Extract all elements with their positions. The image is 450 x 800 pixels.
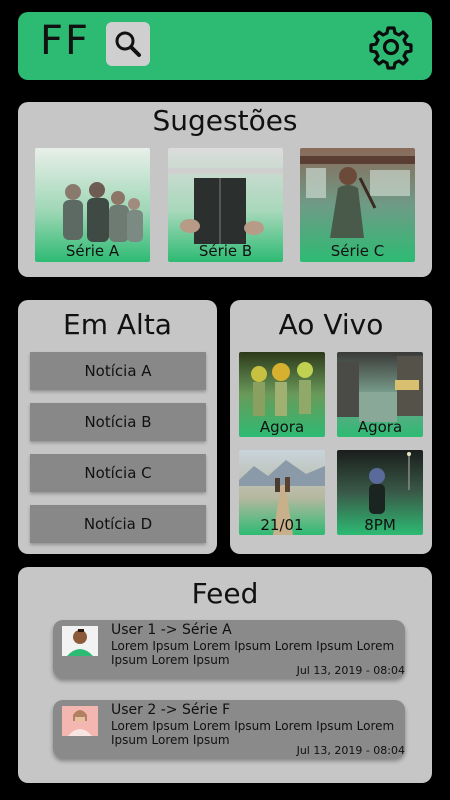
suggestion-label: Série C <box>330 242 385 260</box>
search-button[interactable] <box>106 22 150 66</box>
suggestion-card-c[interactable]: Série C <box>300 148 415 262</box>
news-label: Notícia D <box>83 515 153 533</box>
post-text: Lorem Ipsum Lorem Ipsum Lorem Ipsum Lore… <box>111 719 395 747</box>
live-label: 21/01 <box>260 516 304 534</box>
feed-title: Feed <box>191 577 259 610</box>
live-panel: Ao Vivo Agora Agora 21/01 8PM <box>230 300 432 554</box>
gear-icon <box>369 26 413 70</box>
post-timestamp: Jul 13, 2019 - 08:04 <box>296 664 405 677</box>
search-icon <box>115 31 141 57</box>
suggestions-title: Sugestões <box>152 104 298 137</box>
news-label: Notícia B <box>84 413 152 431</box>
trending-title: Em Alta <box>63 308 172 341</box>
feed-panel: Feed User 1 -> Série A Lorem Ipsum Lorem… <box>18 567 432 783</box>
feed-post-2[interactable]: User 2 -> Série F Lorem Ipsum Lorem Ipsu… <box>53 700 405 758</box>
live-card-3[interactable]: 21/01 <box>239 450 325 535</box>
suggestion-card-a[interactable]: Série A <box>35 148 150 262</box>
top-app-bar: FF <box>18 12 432 80</box>
post-text: Lorem Ipsum Lorem Ipsum Lorem Ipsum Lore… <box>111 639 395 667</box>
news-item-a[interactable]: Notícia A <box>30 352 206 390</box>
live-card-1[interactable]: Agora <box>239 352 325 437</box>
settings-button[interactable] <box>368 24 414 70</box>
suggestions-panel: Sugestões Série A Série B Série C <box>18 102 432 277</box>
news-label: Notícia A <box>84 362 152 380</box>
post-title: User 2 -> Série F <box>111 702 231 718</box>
live-label: 8PM <box>364 516 396 534</box>
live-title: Ao Vivo <box>278 308 384 341</box>
post-timestamp: Jul 13, 2019 - 08:04 <box>296 744 405 757</box>
suggestion-card-b[interactable]: Série B <box>168 148 283 262</box>
live-label: Agora <box>259 418 305 436</box>
news-item-c[interactable]: Notícia C <box>30 454 206 492</box>
trending-panel: Em Alta Notícia A Notícia B Notícia C No… <box>18 300 217 554</box>
avatar <box>62 706 98 736</box>
news-label: Notícia C <box>84 464 152 482</box>
suggestion-label: Série A <box>65 242 120 260</box>
live-card-2[interactable]: Agora <box>337 352 423 437</box>
news-item-b[interactable]: Notícia B <box>30 403 206 441</box>
feed-post-1[interactable]: User 1 -> Série A Lorem Ipsum Lorem Ipsu… <box>53 620 405 678</box>
app-logo[interactable]: FF <box>40 18 90 64</box>
live-label: Agora <box>357 418 403 436</box>
smiling-man-avatar <box>62 626 98 656</box>
live-card-4[interactable]: 8PM <box>337 450 423 535</box>
post-title: User 1 -> Série A <box>111 622 232 638</box>
news-item-d[interactable]: Notícia D <box>30 505 206 543</box>
avatar <box>62 626 98 656</box>
smiling-woman-avatar <box>62 706 98 736</box>
suggestion-label: Série B <box>198 242 253 260</box>
